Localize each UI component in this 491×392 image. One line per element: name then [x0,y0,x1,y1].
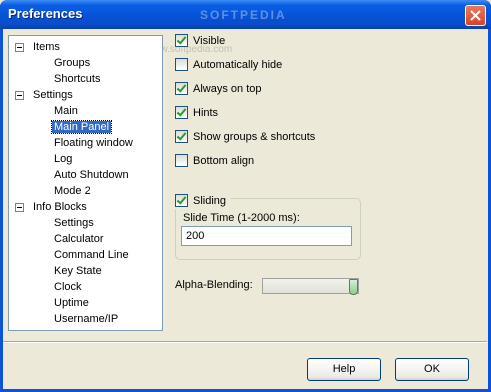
option-checkbox[interactable] [175,130,188,143]
alpha-blending-label: Alpha-Blending: [175,279,253,291]
close-button[interactable] [465,5,486,26]
option-label: Show groups & shortcuts [193,131,316,143]
collapse-icon[interactable] [15,91,24,100]
option-checkbox[interactable] [175,154,188,167]
tree-item-label: Auto Shutdown [54,169,129,181]
option-checkbox[interactable] [175,58,188,71]
tree-item[interactable]: Uptime [52,295,91,311]
sliding-checkbox[interactable] [175,194,188,207]
tree-item-label: Shortcuts [54,73,101,85]
tree-item[interactable]: Main Panel [50,119,113,135]
option-checkbox[interactable] [175,34,188,47]
option-label: Hints [193,107,219,119]
tree-item-label: Main [54,105,78,117]
option-label: Automatically hide [193,59,283,71]
tree-item[interactable]: Floating window [52,135,135,151]
tree-item[interactable]: Username/IP [52,311,120,327]
settings-tree[interactable]: Items Groups Shortcuts Settings Main Main Pan… [8,35,163,331]
alpha-blending-slider[interactable] [262,278,359,295]
option-checkbox[interactable] [175,82,188,95]
tree-item-label: Main Panel [50,120,113,134]
help-button[interactable]: Help [307,358,381,381]
option-label: Bottom align [193,155,255,167]
tree-item[interactable]: Info Blocks [15,199,89,215]
window-title: Preferences [8,6,83,21]
tree-item-label: Items [33,41,60,53]
option-checkbox[interactable] [175,106,188,119]
sliding-checkbox-row[interactable]: Sliding [175,193,231,209]
tree-item-label: Clock [54,281,82,293]
watermark: SOFTPEDIA [200,8,287,22]
tree-item-label: Uptime [54,297,89,309]
tree-item[interactable]: Calculator [52,231,106,247]
collapse-icon[interactable] [15,203,24,212]
tree-item[interactable]: Auto Shutdown [52,167,131,183]
tree-item-label: Groups [54,57,91,69]
tree-item[interactable]: Key State [52,263,104,279]
separator [3,341,487,343]
option-label: Visible [193,35,226,47]
tree-item[interactable]: Groups [52,55,92,71]
tree-item[interactable]: Settings [15,87,75,103]
tree-item[interactable]: Shortcuts [52,71,102,87]
tree-item-label: Settings [33,89,73,101]
slide-time-input[interactable]: 200 [181,226,352,246]
tree-item[interactable]: Main [52,103,80,119]
tree-item[interactable]: Items [15,39,62,55]
close-icon [470,10,481,21]
tree-item-label: Username/IP [54,313,119,325]
tree-item[interactable]: Mode 2 [52,183,93,199]
tree-item[interactable]: Settings [52,215,96,231]
tree-item-label: Info Blocks [33,201,87,213]
tree-item-label: Mode 2 [54,185,91,197]
ok-button[interactable]: OK [395,358,469,381]
tree-item[interactable]: Clock [52,279,84,295]
alpha-slider-thumb[interactable] [349,279,358,295]
option-label: Always on top [193,83,262,95]
slide-time-label: Slide Time (1-2000 ms): [183,212,300,224]
collapse-icon[interactable] [15,43,24,52]
tree-item-label: Calculator [54,233,104,245]
tree-item[interactable]: Command Line [52,247,131,263]
tree-item[interactable]: Log [52,151,74,167]
tree-item-label: Log [54,153,73,165]
tree-item-label: Command Line [54,249,129,261]
tree-item-label: Key State [54,265,102,277]
tree-item-label: Floating window [54,137,133,149]
tree-item-label: Settings [54,217,94,229]
sliding-label: Sliding [193,195,227,207]
title-bar[interactable]: Preferences SOFTPEDIA [0,0,491,29]
